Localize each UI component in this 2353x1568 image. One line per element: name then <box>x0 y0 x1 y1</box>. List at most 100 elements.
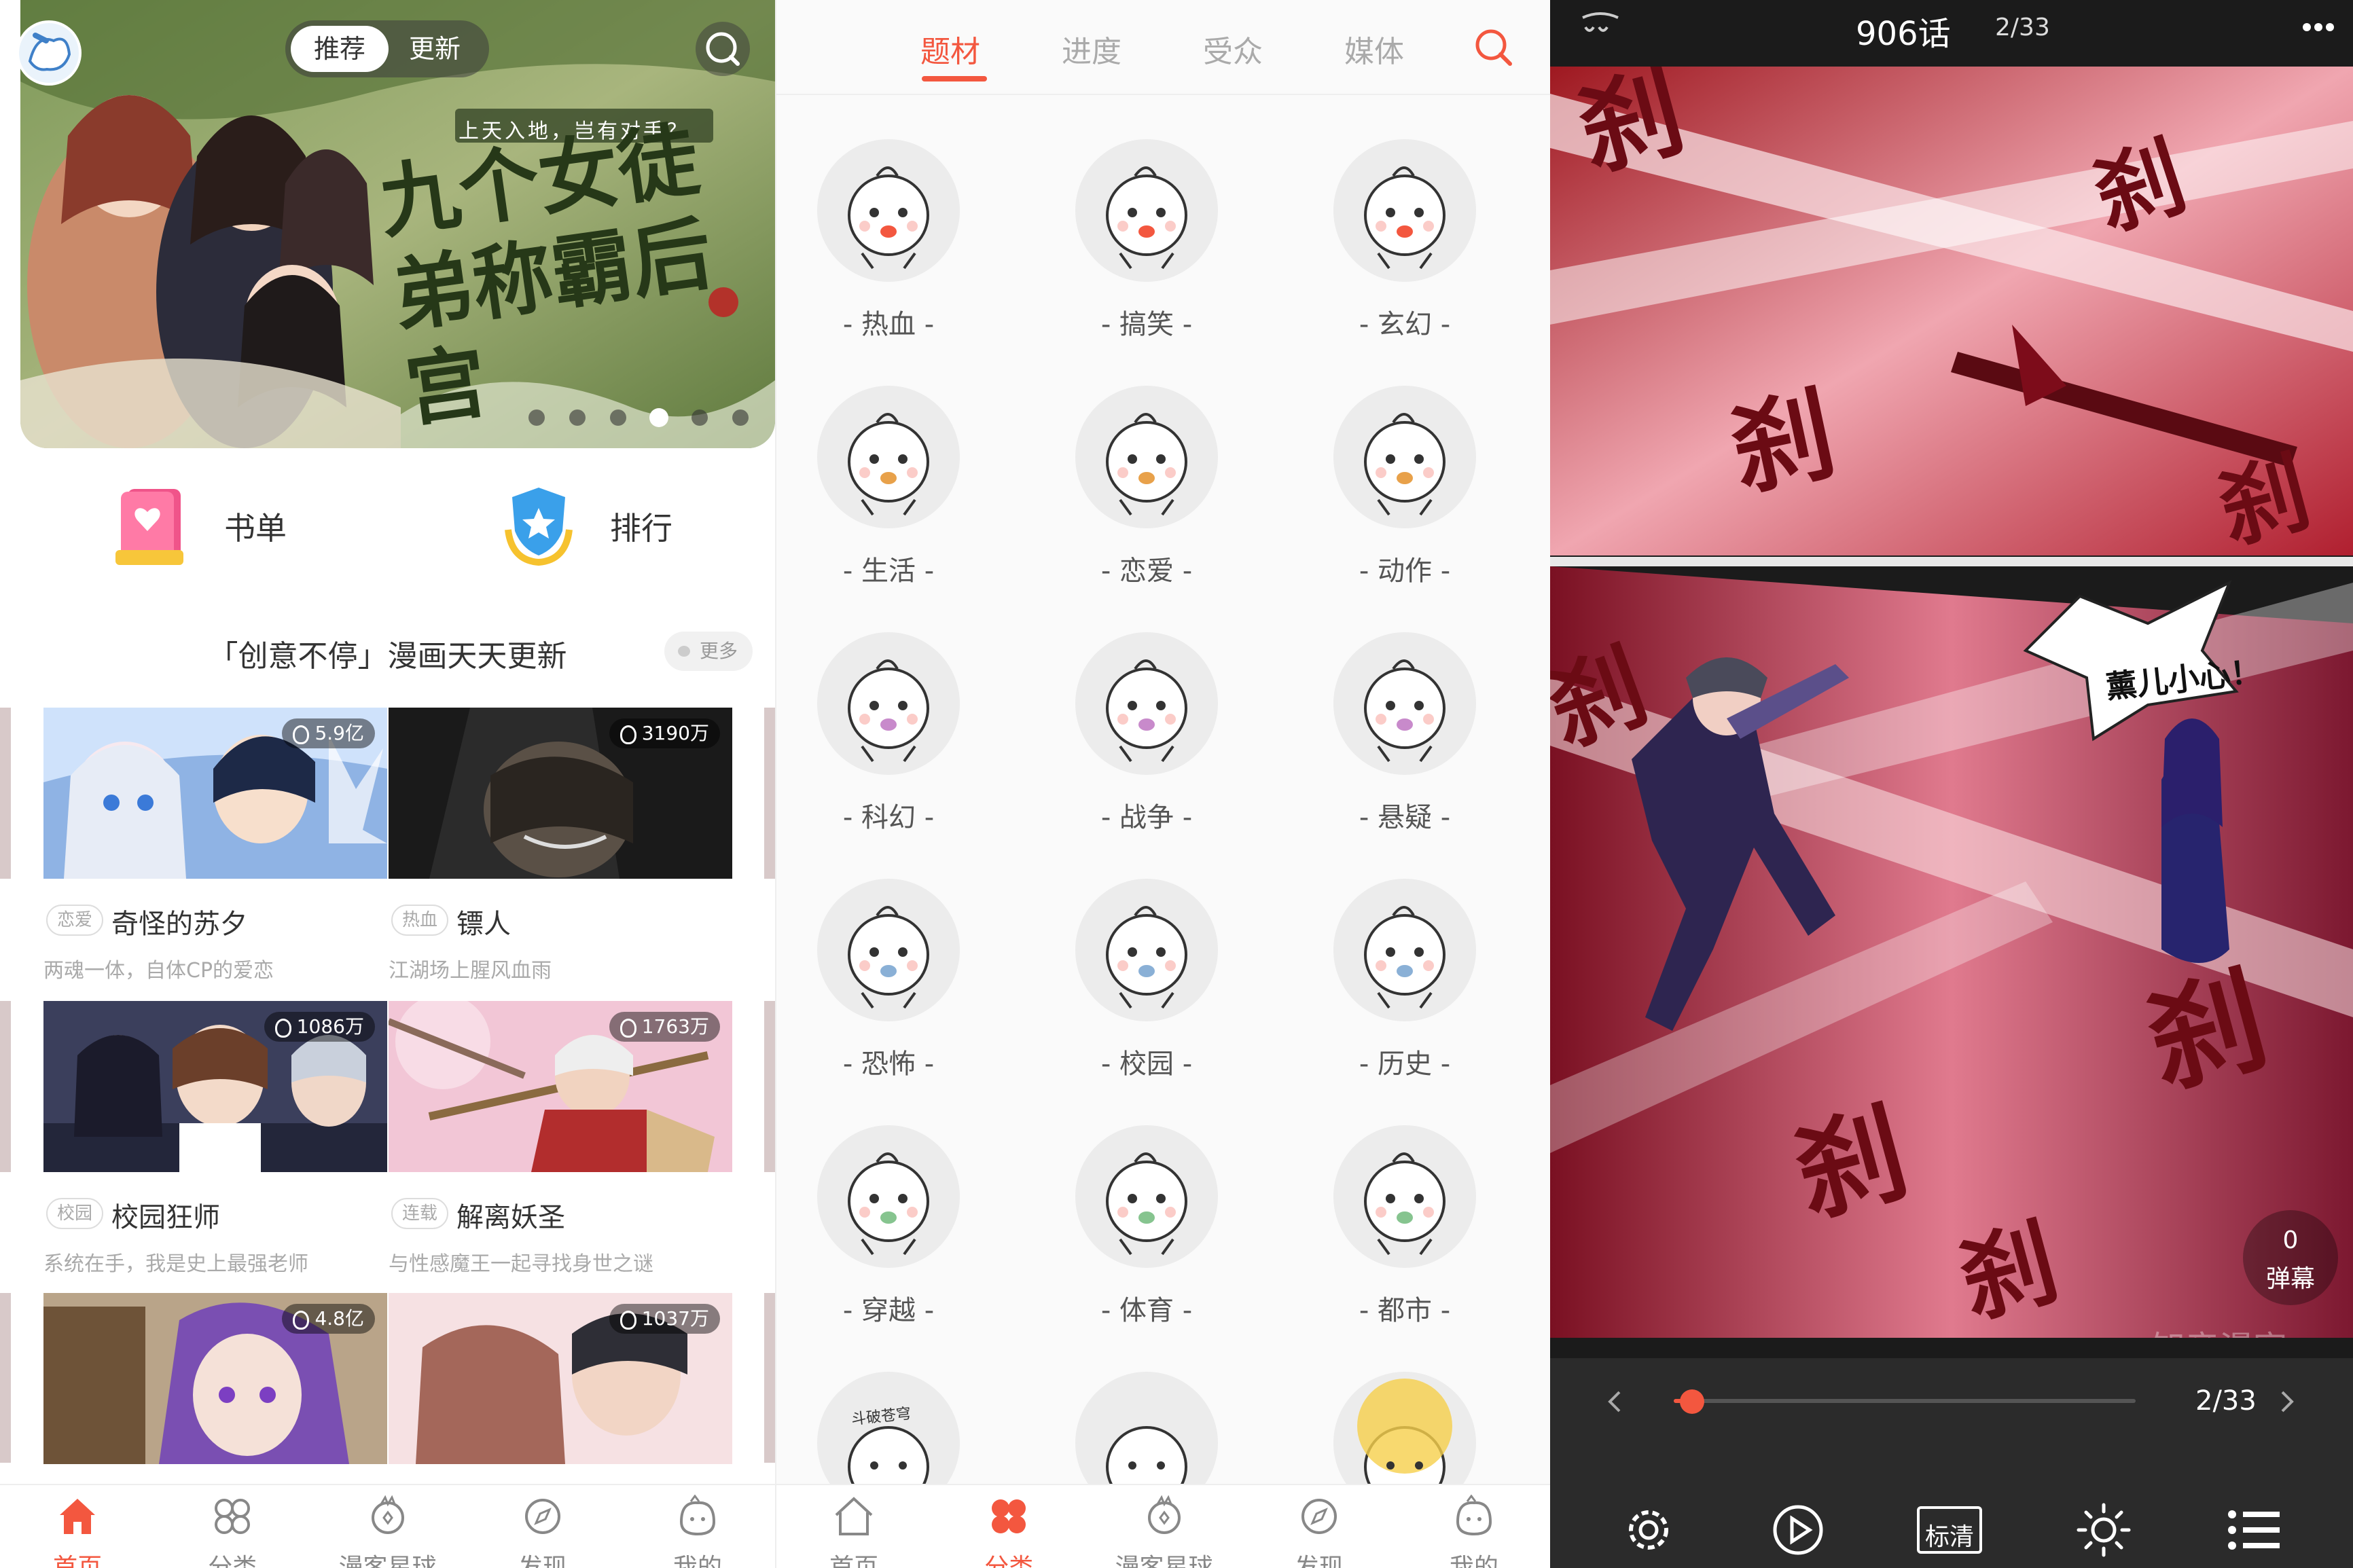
category-icon <box>992 1499 1026 1533</box>
genre-item[interactable]: - 战争 - <box>1062 632 1225 856</box>
comic-description: 两魂一体，自体CP的爱恋 <box>43 959 274 983</box>
genre-item[interactable]: - 热血 - <box>804 139 967 363</box>
planet-icon <box>371 1495 404 1534</box>
genre-item[interactable]: - 穿越 - <box>804 1125 967 1349</box>
genre-label: - 悬疑 - <box>1359 802 1451 833</box>
tab-home[interactable]: 首页 <box>776 1485 931 1568</box>
tab-label: 发现 <box>518 1554 567 1568</box>
genre-label: - 穿越 - <box>842 1295 935 1326</box>
genre-mascot-icon <box>1075 139 1218 282</box>
tab-category[interactable]: 分类 <box>155 1485 310 1568</box>
more-button[interactable]: 更多 <box>664 632 753 671</box>
genre-item[interactable]: - 悬疑 - <box>1320 632 1483 856</box>
genre-item[interactable]: - 体育 - <box>1062 1125 1225 1349</box>
tab-label: 漫客星球 <box>1115 1554 1213 1568</box>
tab-label: 首页 <box>829 1554 879 1568</box>
danmu-count: 0 <box>2282 1226 2299 1254</box>
home-segment-control: 推荐 更新 <box>285 20 489 77</box>
autoplay-icon[interactable] <box>1767 1499 1829 1561</box>
reader-top-bar: 906话 2/33 <box>1550 0 2353 67</box>
settings-icon[interactable] <box>1618 1499 1679 1561</box>
tab-media[interactable]: 媒体 <box>1344 27 1404 71</box>
genre-item[interactable]: - 恋爱 - <box>1062 386 1225 610</box>
next-chapter-icon[interactable] <box>2277 1388 2297 1415</box>
comic-title: 镖人 <box>456 909 511 940</box>
tab-planet[interactable]: 漫客星球 <box>1086 1485 1241 1568</box>
tab-progress[interactable]: 进度 <box>1062 27 1121 71</box>
compass-icon <box>1301 1499 1337 1534</box>
tab-me[interactable]: 我的 <box>1397 1485 1550 1568</box>
genre-item[interactable]: - 历史 - <box>1320 879 1483 1103</box>
app-logo[interactable] <box>16 20 82 86</box>
genre-item[interactable]: - 生活 - <box>804 386 967 610</box>
genre-mascot-icon <box>817 632 960 775</box>
booklist-icon <box>115 489 183 565</box>
genre-item[interactable]: - 科幻 - <box>804 632 967 856</box>
compass-icon <box>524 1499 560 1534</box>
home-screen: 上天入地，岂有对手？ 九个女徒弟称霸后宫 推荐 更新 书单 排行 「创意不停」漫… <box>0 0 775 1568</box>
search-button[interactable] <box>696 22 750 76</box>
reader-screen: 906话 2/33 刹 刹 刹 刹 刹 刹 刹 刹 薰儿小心！ 0 弹幕 2/3… <box>1550 0 2353 1568</box>
bottom-tab-bar: 首页 分类 漫客星球 发现 我的 <box>0 1484 775 1568</box>
genre-tag: 校园 <box>46 1198 104 1229</box>
page-indicator: 2/33 <box>1995 14 2050 41</box>
section-title: 「创意不停」漫画天天更新 <box>208 639 567 674</box>
reader-bottom-bar: 2/33 标清 <box>1550 1358 2353 1568</box>
genre-label: - 热血 - <box>842 309 935 340</box>
more-icon[interactable] <box>2301 20 2335 34</box>
home-icon <box>835 1497 873 1535</box>
manga-page[interactable]: 刹 刹 刹 刹 刹 刹 刹 刹 薰儿小心！ 知音漫客 <box>1550 67 2353 1338</box>
quick-link-ranking[interactable]: 排行 <box>495 475 672 577</box>
genre-item[interactable]: - 玄幻 - <box>1320 139 1483 363</box>
view-count-badge: 1763万 <box>609 1012 720 1042</box>
quick-link-booklist[interactable]: 书单 <box>109 475 287 577</box>
quality-button[interactable]: 标清 <box>1917 1506 1982 1554</box>
genre-mascot-icon <box>1333 879 1476 1021</box>
segment-update[interactable]: 更新 <box>386 26 484 72</box>
view-count-badge: 1037万 <box>609 1304 720 1334</box>
brightness-icon[interactable] <box>2073 1499 2134 1561</box>
catalog-icon[interactable] <box>2223 1499 2284 1561</box>
tab-category[interactable]: 分类 <box>931 1485 1086 1568</box>
planet-icon <box>1147 1495 1181 1534</box>
genre-mascot-icon <box>817 139 960 282</box>
genre-label: - 玄幻 - <box>1359 309 1451 340</box>
chapter-title: 906话 <box>1856 15 1951 53</box>
home-icon <box>60 1499 96 1534</box>
genre-mascot-icon <box>1075 386 1218 528</box>
ranking-icon <box>505 488 573 566</box>
genre-item[interactable]: - 搞笑 - <box>1062 139 1225 363</box>
tab-discover[interactable]: 发现 <box>465 1485 620 1568</box>
prev-chapter-icon[interactable] <box>1604 1388 1625 1415</box>
tab-label: 漫客星球 <box>338 1554 437 1568</box>
tab-discover[interactable]: 发现 <box>1242 1485 1397 1568</box>
genre-label: - 历史 - <box>1359 1049 1451 1080</box>
tab-theme[interactable]: 题材 <box>920 27 980 71</box>
tab-label: 我的 <box>1449 1554 1498 1568</box>
genre-item[interactable]: - 动作 - <box>1320 386 1483 610</box>
tab-label: 分类 <box>984 1554 1034 1568</box>
genre-label: - 科幻 - <box>842 802 935 833</box>
search-icon[interactable] <box>1472 26 1515 69</box>
quick-link-label: 排行 <box>610 510 672 547</box>
tab-home[interactable]: 首页 <box>0 1485 155 1568</box>
prev-card-peek <box>0 708 11 879</box>
next-card-peek <box>764 1293 775 1463</box>
genre-item[interactable]: - 都市 - <box>1320 1125 1483 1349</box>
page-progress-track[interactable] <box>1674 1399 2136 1403</box>
genre-label: - 校园 - <box>1100 1049 1193 1080</box>
view-count-badge: 5.9亿 <box>282 718 375 748</box>
tab-label: 分类 <box>208 1554 257 1568</box>
genre-item[interactable]: - 恐怖 - <box>804 879 967 1103</box>
tab-planet[interactable]: 漫客星球 <box>310 1485 465 1568</box>
genre-mascot-icon <box>817 879 960 1021</box>
profile-icon <box>679 1495 715 1536</box>
tab-me[interactable]: 我的 <box>620 1485 775 1568</box>
danmu-button[interactable]: 0 弹幕 <box>2243 1210 2338 1305</box>
logo-icon[interactable] <box>1579 11 1622 49</box>
genre-item[interactable]: - 校园 - <box>1062 879 1225 1103</box>
active-tab-indicator <box>922 76 987 81</box>
tab-audience[interactable]: 受众 <box>1203 27 1263 71</box>
page-slider-knob[interactable] <box>1680 1389 1705 1414</box>
segment-recommend[interactable]: 推荐 <box>291 26 389 72</box>
